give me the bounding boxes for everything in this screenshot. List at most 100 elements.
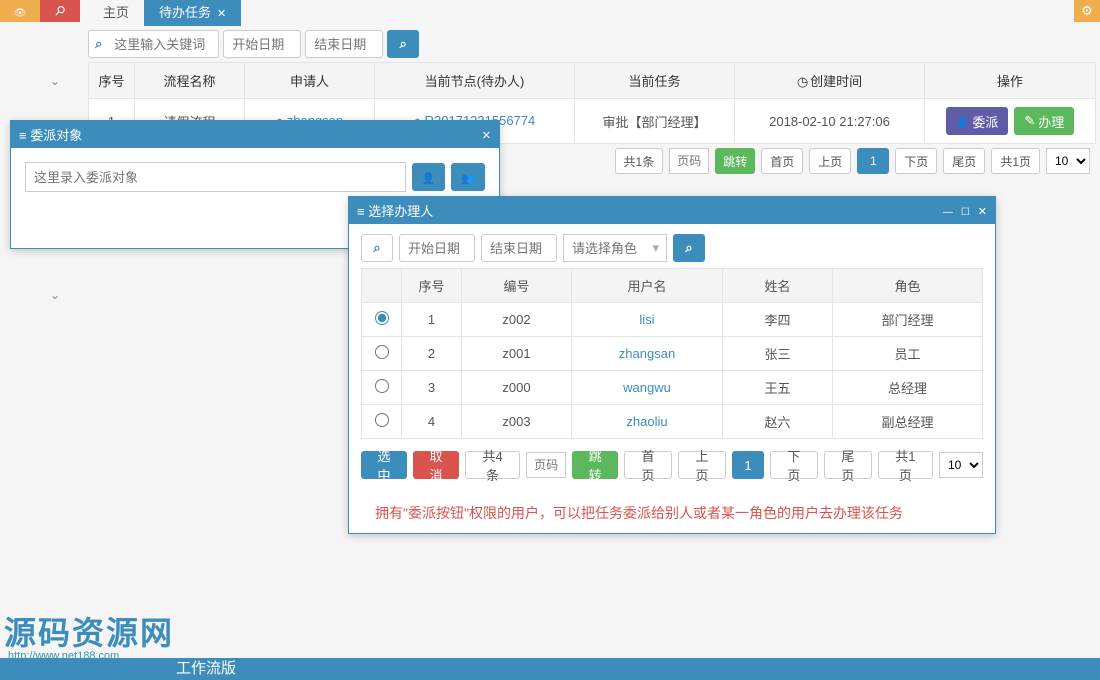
col-flow: 流程名称 (135, 63, 245, 99)
delegate-dialog-title[interactable]: 委派对象 (11, 121, 499, 148)
handler-row[interactable]: 1z002lisi李四部门经理 (362, 303, 983, 337)
sel-pager: 共4条 跳转 首页 上页 1 下页 尾页 共1页 10 (465, 451, 983, 479)
cell-code: z001 (462, 337, 572, 371)
pick-role-button[interactable] (451, 163, 485, 191)
cell-created: 2018-02-10 21:27:06 (735, 99, 925, 144)
handler-row[interactable]: 4z003zhaoliu赵六副总经理 (362, 405, 983, 439)
pager-first[interactable]: 首页 (761, 148, 803, 174)
person-icon (422, 170, 436, 185)
delegate-target-input[interactable] (25, 162, 406, 192)
delegate-button[interactable]: 委派 (946, 107, 1009, 135)
settings-button[interactable] (1074, 0, 1100, 22)
sel-pager-prev[interactable]: 上页 (678, 451, 726, 479)
tab-todo[interactable]: 待办任务 ✕ (144, 0, 241, 26)
pager-jump[interactable]: 跳转 (715, 148, 755, 174)
cell-user[interactable]: zhangsan (572, 337, 723, 371)
top-share-button[interactable] (40, 0, 80, 22)
sel-col-user: 用户名 (572, 269, 723, 303)
cell-role: 副总经理 (833, 405, 983, 439)
sel-pager-input[interactable] (526, 452, 566, 478)
sel-col-num: 序号 (402, 269, 462, 303)
sel-col-name: 姓名 (723, 269, 833, 303)
handler-row[interactable]: 3z000wangwu王五总经理 (362, 371, 983, 405)
select-handler-dialog: 选择办理人 序号 编号 用户名 姓名 角色 1z002lisi李四部门经理2z0… (348, 196, 996, 534)
cell-code: z002 (462, 303, 572, 337)
tab-todo-label: 待办任务 (159, 5, 211, 20)
sel-pager-total: 共4条 (465, 451, 520, 479)
sel-search-icon-btn[interactable] (361, 234, 393, 262)
col-num: 序号 (89, 63, 135, 99)
main-pager: 共1条 跳转 首页 上页 1 下页 尾页 共1页 10 (615, 148, 1090, 174)
delegate-close-icon[interactable] (482, 127, 491, 142)
sidebar-toggle-1[interactable]: ⌄ (50, 74, 60, 88)
cell-user[interactable]: lisi (572, 303, 723, 337)
pager-next[interactable]: 下页 (895, 148, 937, 174)
handler-table: 序号 编号 用户名 姓名 角色 1z002lisi李四部门经理2z001zhan… (361, 268, 983, 439)
clock-icon (797, 74, 810, 89)
select-dialog-title[interactable]: 选择办理人 (349, 197, 995, 224)
cell-name: 张三 (723, 337, 833, 371)
pager-page-input[interactable] (669, 148, 709, 174)
select-confirm-button[interactable]: 选中 (361, 451, 407, 479)
handler-row[interactable]: 2z001zhangsan张三员工 (362, 337, 983, 371)
end-date-input[interactable] (305, 30, 383, 58)
share-icon (55, 3, 65, 19)
pick-person-button[interactable] (412, 163, 446, 191)
sel-search-button[interactable] (673, 234, 705, 262)
search-icon (400, 36, 407, 52)
sel-pager-last[interactable]: 尾页 (824, 451, 872, 479)
cell-num: 2 (402, 337, 462, 371)
handle-button[interactable]: 办理 (1014, 107, 1074, 135)
permission-note: 拥有"委派按钮"权限的用户，可以把任务委派给别人或者某一角色的用户去办理该任务 (361, 503, 983, 523)
watermark: 源码资源网 http://www.net188.com (4, 608, 174, 662)
cell-role: 总经理 (833, 371, 983, 405)
handler-radio[interactable] (375, 413, 389, 427)
people-icon (461, 170, 475, 185)
pager-current[interactable]: 1 (857, 148, 889, 174)
sel-pager-jump[interactable]: 跳转 (572, 451, 618, 479)
handler-radio[interactable] (375, 345, 389, 359)
select-min-icon[interactable] (943, 203, 953, 218)
col-applicant: 申请人 (245, 63, 375, 99)
handler-radio[interactable] (375, 379, 389, 393)
pager-prev[interactable]: 上页 (809, 148, 851, 174)
top-eye-button[interactable] (0, 0, 40, 22)
handler-radio[interactable] (375, 311, 389, 325)
sel-pager-size[interactable]: 10 (939, 452, 983, 478)
sel-end-date[interactable] (481, 234, 557, 262)
tab-bar: 主页 待办任务 ✕ (88, 0, 241, 26)
sel-start-date[interactable] (399, 234, 475, 262)
select-max-icon[interactable] (961, 203, 970, 218)
tab-close-icon[interactable]: ✕ (217, 8, 226, 20)
search-icon (685, 240, 692, 256)
person-icon (956, 114, 970, 129)
cell-user[interactable]: wangwu (572, 371, 723, 405)
search-button[interactable] (387, 30, 419, 58)
search-icon (373, 240, 380, 256)
gear-icon (1081, 3, 1093, 19)
col-task: 当前任务 (575, 63, 735, 99)
keyword-input[interactable] (108, 31, 218, 57)
sel-pager-first[interactable]: 首页 (624, 451, 672, 479)
sidebar-toggle-2[interactable]: ⌄ (50, 288, 60, 302)
cell-name: 李四 (723, 303, 833, 337)
cell-num: 1 (402, 303, 462, 337)
cell-user[interactable]: zhaoliu (572, 405, 723, 439)
pager-size-select[interactable]: 10 (1046, 148, 1090, 174)
keyword-input-group (88, 30, 219, 58)
sel-pager-cur[interactable]: 1 (732, 451, 764, 479)
tab-home[interactable]: 主页 (88, 0, 144, 26)
eye-icon (14, 4, 27, 19)
select-close-icon[interactable] (978, 203, 987, 218)
footer: 工作流版 (0, 658, 1100, 680)
edit-icon (1024, 113, 1035, 129)
cell-code: z000 (462, 371, 572, 405)
sel-pager-next[interactable]: 下页 (770, 451, 818, 479)
pager-last[interactable]: 尾页 (943, 148, 985, 174)
role-select[interactable] (563, 234, 667, 262)
start-date-input[interactable] (223, 30, 301, 58)
sel-col-role: 角色 (833, 269, 983, 303)
select-cancel-button[interactable]: 取消 (413, 451, 459, 479)
cell-num: 4 (402, 405, 462, 439)
cell-task: 审批【部门经理】 (575, 99, 735, 144)
